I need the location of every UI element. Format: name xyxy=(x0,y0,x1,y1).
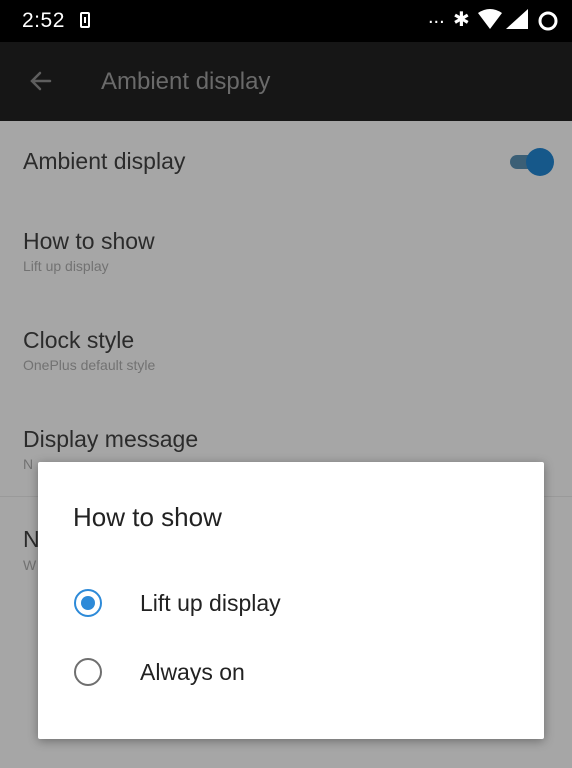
dialog-title: How to show xyxy=(73,502,222,532)
option-always-on[interactable]: Always on xyxy=(38,642,544,702)
setting-subtitle: Lift up display xyxy=(23,258,109,274)
page-title: Ambient display xyxy=(101,68,271,95)
setting-title: Display message xyxy=(23,426,199,452)
setting-how-to-show[interactable]: How to show Lift up display xyxy=(0,201,572,300)
radio-unselected-icon[interactable] xyxy=(74,658,102,686)
setting-subtitle: W xyxy=(23,557,37,573)
option-lift-up-display[interactable]: Lift up display xyxy=(38,573,544,633)
overflow-notifications: ... xyxy=(428,6,445,28)
how-to-show-dialog: How to show Lift up display Always on xyxy=(38,462,544,739)
toggle-knob xyxy=(526,148,554,176)
setting-subtitle: N xyxy=(23,456,34,472)
bluetooth-icon: ✱ xyxy=(453,9,470,31)
back-arrow-icon[interactable] xyxy=(26,66,56,96)
setting-ambient-display[interactable]: Ambient display xyxy=(0,121,572,201)
signal-icon xyxy=(506,9,528,29)
app-toolbar: Ambient display xyxy=(0,42,572,121)
status-time: 2:52 xyxy=(22,9,65,32)
option-label: Always on xyxy=(140,659,245,685)
radio-selected-icon[interactable] xyxy=(74,589,102,617)
setting-title: How to show xyxy=(23,228,155,254)
option-label: Lift up display xyxy=(140,590,281,616)
setting-title: Ambient display xyxy=(23,148,186,174)
sim-card-icon xyxy=(80,12,90,28)
ambient-display-toggle[interactable] xyxy=(510,148,554,176)
setting-clock-style[interactable]: Clock style OnePlus default style xyxy=(0,300,572,399)
setting-title: Clock style xyxy=(23,327,135,353)
battery-icon xyxy=(538,11,558,31)
status-bar: 2:52 ... ✱ xyxy=(0,0,572,42)
setting-subtitle: OnePlus default style xyxy=(23,357,156,373)
wifi-icon xyxy=(478,9,502,29)
